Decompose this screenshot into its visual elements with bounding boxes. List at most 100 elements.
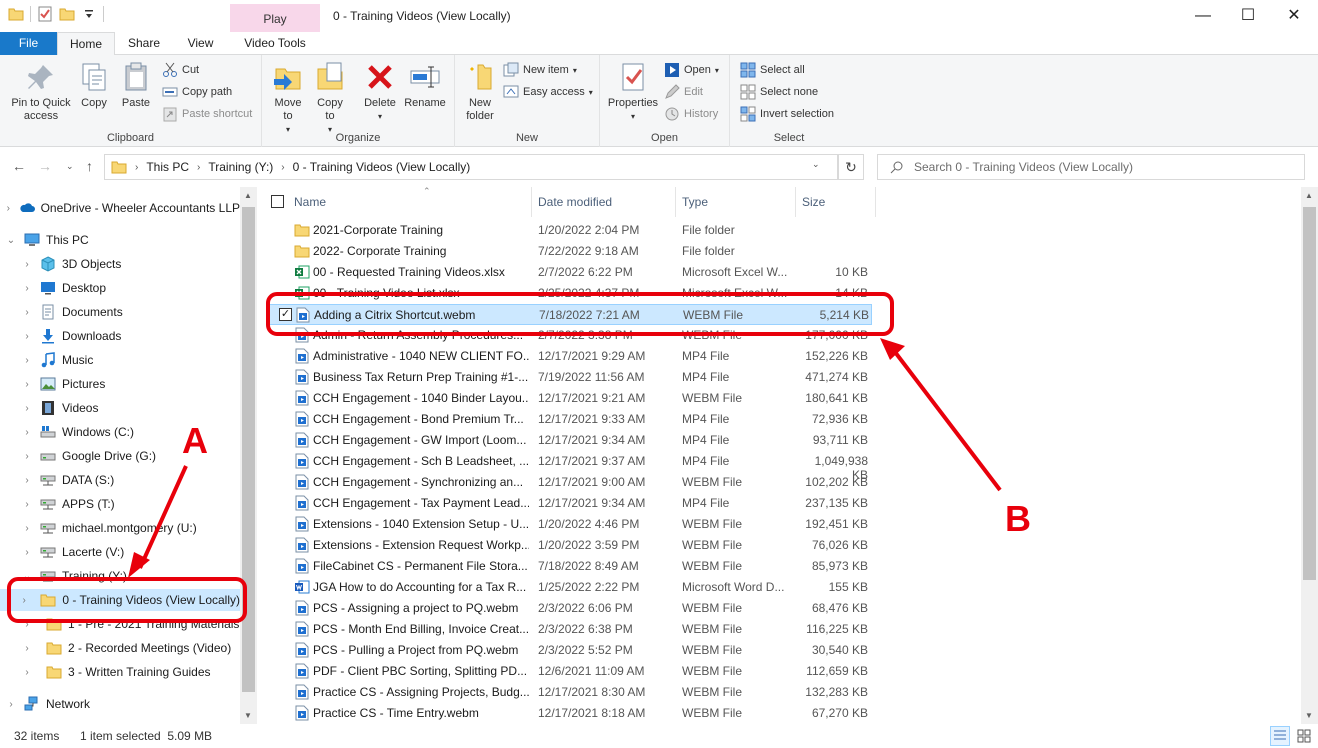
file-row[interactable]: PDF - Client PBC Sorting, Splitting PD..… [268,661,872,682]
breadcrumb-this-pc[interactable]: This PC [146,160,189,174]
file-row[interactable]: 2021-Corporate Training 1/20/2022 2:04 PM… [268,220,872,241]
expand-chevron-icon[interactable]: › [22,667,32,678]
scroll-down-icon[interactable]: ▼ [244,711,252,720]
expand-chevron-icon[interactable]: › [22,499,32,510]
tab-file[interactable]: File [0,32,57,55]
properties-icon[interactable] [37,6,53,22]
breadcrumb-current-folder[interactable]: 0 - Training Videos (View Locally) [293,160,471,174]
breadcrumb-chevron-icon[interactable]: › [135,162,138,173]
expand-chevron-icon[interactable]: › [22,355,32,366]
expand-chevron-icon[interactable]: › [22,523,32,534]
paste-shortcut-button[interactable]: Paste shortcut [162,105,252,123]
column-header-name[interactable]: ⌃ Name [288,187,532,217]
tree-item[interactable]: › Downloads [0,325,240,347]
file-row[interactable]: CCH Engagement - Tax Payment Lead... 12/1… [268,493,872,514]
expand-chevron-icon[interactable]: › [22,331,32,342]
tree-item[interactable]: › michael.montgomery (U:) [0,517,240,539]
file-row[interactable]: PCS - Pulling a Project from PQ.webm 2/3/… [268,640,872,661]
tree-item[interactable]: › Videos [0,397,240,419]
column-header-date[interactable]: Date modified [532,187,676,217]
tree-item[interactable]: › 0 - Training Videos (View Locally) [0,589,240,611]
file-row[interactable]: CCH Engagement - Sch B Leadsheet, ... 12/… [268,451,872,482]
details-view-icon[interactable] [1270,726,1290,746]
select-none-button[interactable]: Select none [740,83,818,101]
tree-item[interactable]: › 1 - Pre - 2021 Training Materials [0,613,240,635]
file-row[interactable]: ✓ Adding a Citrix Shortcut.webm 7/18/2022 … [268,304,872,325]
tree-item[interactable]: › Network [0,693,240,715]
file-row[interactable]: Practice CS - Time Entry.webm 12/17/2021 … [268,703,872,724]
tree-item[interactable]: › DATA (S:) [0,469,240,491]
file-row[interactable]: CCH Engagement - Bond Premium Tr... 12/17… [268,409,872,430]
tree-item[interactable]: › Pictures [0,373,240,395]
file-row[interactable]: Administrative - 1040 NEW CLIENT FO... 12… [268,346,872,367]
tree-item[interactable]: › 3 - Written Training Guides [0,661,240,683]
tree-item[interactable]: › Music [0,349,240,371]
back-arrow-icon[interactable]: ← [12,158,26,174]
file-row[interactable]: Business Tax Return Prep Training #1-...… [268,367,872,388]
breadcrumb-chevron-icon[interactable]: › [197,162,200,173]
tab-view[interactable]: View [178,32,223,55]
expand-chevron-icon[interactable]: › [22,619,32,630]
file-row[interactable]: 00 - Training Video List.xlsx 2/25/2022 4… [268,283,872,304]
tree-item[interactable]: › 2 - Recorded Meetings (Video) [0,637,240,659]
new-item-button[interactable]: New item ▾ [503,61,577,79]
expand-chevron-icon[interactable]: › [22,595,26,606]
new-folder-icon[interactable] [59,6,75,22]
large-icons-view-icon[interactable] [1294,726,1314,746]
file-row[interactable]: Extensions - Extension Request Workp... 1… [268,535,872,556]
file-row[interactable]: JGA How to do Accounting for a Tax R... 1… [268,577,872,598]
easy-access-button[interactable]: Easy access ▾ [503,83,593,101]
customize-toolbar-icon[interactable] [81,6,97,22]
refresh-icon[interactable]: ↻ [838,154,864,180]
properties-button[interactable]: Properties ▾ [604,61,662,123]
expand-chevron-icon[interactable]: › [22,403,32,414]
expand-chevron-icon[interactable]: › [22,451,32,462]
expand-chevron-icon[interactable]: › [6,203,11,214]
folder-icon[interactable] [8,6,24,22]
history-button[interactable]: History [664,105,718,123]
tree-item[interactable]: › Desktop [0,277,240,299]
tree-item[interactable]: › Lacerte (V:) [0,541,240,563]
breadcrumb-chevron-icon[interactable]: › [281,162,284,173]
delete-button[interactable]: Delete ▾ [360,61,400,123]
column-header-size[interactable]: Size [796,187,876,217]
scroll-up-icon[interactable]: ▲ [244,191,252,200]
invert-selection-button[interactable]: Invert selection [740,105,834,123]
rename-button[interactable]: Rename [402,61,448,110]
expand-chevron-icon[interactable]: › [22,259,32,270]
expand-chevron-icon[interactable]: › [22,547,32,558]
file-row[interactable]: 00 - Requested Training Videos.xlsx 2/7/2… [268,262,872,283]
file-list-scrollbar[interactable]: ▲ ▼ [1301,187,1318,724]
select-all-checkbox[interactable] [271,195,284,208]
new-folder-button[interactable]: New folder [461,61,499,123]
navigation-pane-scrollbar[interactable]: ▲ ▼ [240,187,257,724]
minimize-button[interactable]: — [1188,4,1218,28]
search-box[interactable]: Search 0 - Training Videos (View Locally… [877,154,1305,180]
copy-to-button[interactable]: Copy to ▾ [312,61,348,136]
expand-chevron-icon[interactable]: › [22,307,32,318]
file-row[interactable]: CCH Engagement - GW Import (Loom... 12/17… [268,430,872,451]
forward-arrow-icon[interactable]: → [38,158,52,174]
recent-locations-icon[interactable]: ⌄ [66,161,74,172]
tree-item[interactable]: › 3D Objects [0,253,240,275]
tree-item[interactable]: › APPS (T:) [0,493,240,515]
paste-button[interactable]: Paste [116,61,156,110]
tree-item[interactable]: ⌄ This PC [0,229,240,251]
select-all-button[interactable]: Select all [740,61,805,79]
tab-share[interactable]: Share [119,32,169,55]
file-row[interactable]: CCH Engagement - 1040 Binder Layou... 12/… [268,388,872,409]
file-row[interactable]: PCS - Assigning a project to PQ.webm 2/3/… [268,598,872,619]
collapse-chevron-icon[interactable]: ⌄ [6,235,16,246]
move-to-button[interactable]: Move to ▾ [270,61,306,136]
expand-chevron-icon[interactable]: › [22,643,32,654]
tree-item[interactable]: ⌄ Training (Y:) [0,565,240,587]
edit-button[interactable]: Edit [664,83,703,101]
scrollbar-thumb[interactable] [1303,207,1316,580]
expand-chevron-icon[interactable]: › [22,427,32,438]
tab-video-tools[interactable]: Video Tools [232,32,318,55]
column-header-type[interactable]: Type [676,187,796,217]
scroll-down-icon[interactable]: ▼ [1305,711,1313,720]
open-button[interactable]: Open ▾ [664,61,719,79]
scroll-up-icon[interactable]: ▲ [1305,191,1313,200]
expand-chevron-icon[interactable]: › [22,379,32,390]
